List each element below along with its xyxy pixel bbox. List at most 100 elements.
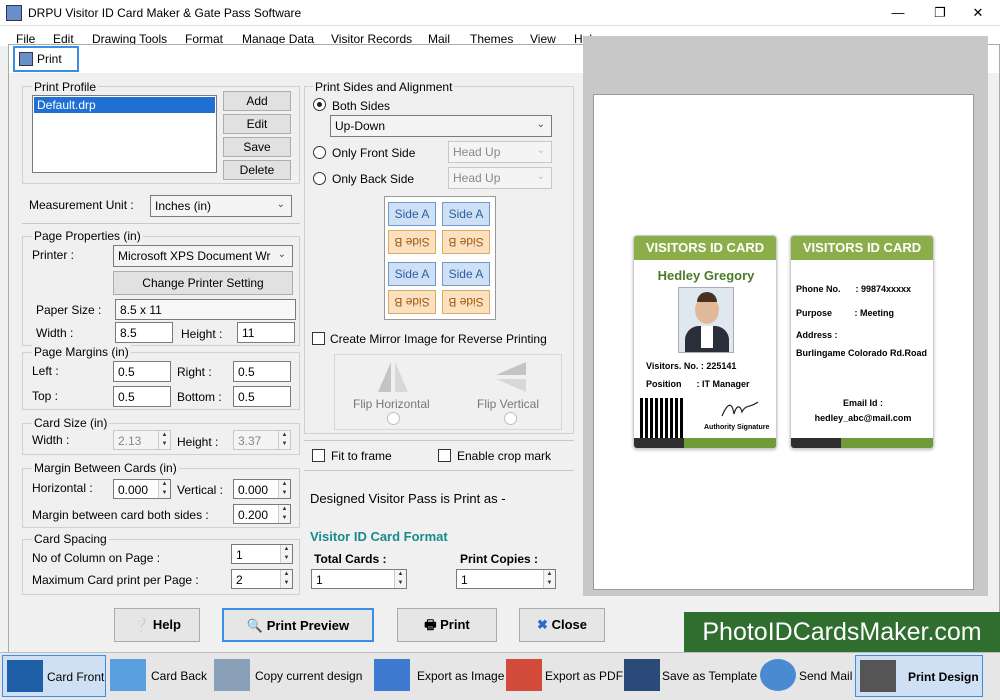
export-image-label: Export as Image (417, 669, 505, 683)
card-width-field: 2.13 ▲ ▼ (113, 430, 171, 450)
mirror-label: Create Mirror Image for Reverse Printing (330, 332, 547, 346)
save-profile-button[interactable]: Save (223, 137, 291, 157)
flip-horizontal-radio (387, 412, 400, 425)
card-back-icon (110, 659, 146, 691)
printer-select[interactable]: Microsoft XPS Document Wr ⌄ (113, 245, 293, 267)
page-height-label: Height : (181, 327, 223, 341)
max-cards-field[interactable]: 2 ▲ ▼ (231, 569, 293, 589)
both-sides-margin-field[interactable]: 0.200 ▲ ▼ (233, 504, 291, 524)
dialog-title-box: Print (13, 46, 79, 72)
spinner-icon[interactable]: ▲ ▼ (280, 570, 292, 588)
side-b-tile: Side B (442, 230, 490, 254)
printer-value: Microsoft XPS Document Wr (118, 249, 271, 263)
flip-vertical-icon (496, 362, 526, 392)
card-front-icon (7, 660, 43, 692)
chevron-down-icon: ⌄ (536, 119, 545, 130)
both-sides-margin-value: 0.200 (238, 508, 269, 522)
spinner-icon[interactable]: ▲ ▼ (394, 570, 406, 588)
back-side-select: Head Up ⌄ (448, 167, 552, 189)
margin-right-field[interactable]: 0.5 (233, 361, 291, 382)
both-sides-radio[interactable] (313, 98, 326, 111)
close-button[interactable]: ✖ Close (519, 608, 605, 642)
measurement-unit-label: Measurement Unit : (29, 198, 134, 212)
measurement-unit-select[interactable]: Inches (in) ⌄ (150, 195, 292, 217)
minimize-icon[interactable]: — (888, 3, 908, 23)
print-button[interactable]: 🖶 Print (397, 608, 497, 642)
spinner-icon[interactable]: ▲ ▼ (278, 480, 290, 498)
add-profile-button[interactable]: Add (223, 91, 291, 111)
margin-bottom-field[interactable]: 0.5 (233, 386, 291, 407)
export-pdf-button[interactable]: Export as PDF (504, 655, 623, 697)
spinner-icon[interactable]: ▲ ▼ (158, 480, 170, 498)
close-icon[interactable]: ✕ (968, 3, 988, 23)
print-design-button[interactable]: Print Design (855, 655, 983, 697)
max-cards-value: 2 (236, 573, 243, 587)
help-button[interactable]: ❔ Help (114, 608, 200, 642)
visitor-position: Position : IT Manager (646, 379, 750, 389)
copy-design-label: Copy current design (255, 669, 363, 683)
divider (22, 223, 300, 224)
print-copies-field[interactable]: 1 ▲ ▼ (456, 569, 556, 589)
front-side-value: Head Up (453, 145, 501, 159)
card-front-button[interactable]: Card Front (2, 655, 106, 697)
chevron-down-icon: ⌄ (536, 171, 545, 182)
vertical-field[interactable]: 0.000 ▲ ▼ (233, 479, 291, 499)
send-mail-button[interactable]: Send Mail (758, 655, 852, 697)
horizontal-label: Horizontal : (32, 481, 93, 495)
spinner-icon: ▲ ▼ (278, 431, 290, 449)
send-mail-label: Send Mail (799, 669, 853, 683)
print-button-label: Print (440, 617, 470, 632)
page-width-field[interactable]: 8.5 (115, 322, 173, 343)
spinner-icon[interactable]: ▲ ▼ (280, 545, 292, 563)
flip-vertical-label: Flip Vertical (477, 397, 540, 411)
save-template-button[interactable]: Save as Template (622, 655, 758, 697)
paper-size-label: Paper Size : (36, 303, 102, 317)
print-copies-label: Print Copies : (460, 552, 539, 566)
purpose: Purpose : Meeting (796, 308, 895, 318)
fit-frame-checkbox[interactable] (312, 449, 325, 462)
margin-top-field[interactable]: 0.5 (113, 386, 171, 407)
change-printer-button[interactable]: Change Printer Setting (113, 271, 293, 295)
delete-profile-button[interactable]: Delete (223, 160, 291, 180)
both-sides-select[interactable]: Up-Down ⌄ (330, 115, 552, 137)
save-template-label: Save as Template (662, 669, 758, 683)
chevron-down-icon: ⌄ (536, 145, 545, 156)
spinner-icon[interactable]: ▲ ▼ (278, 505, 290, 523)
side-b-tile: Side B (388, 230, 436, 254)
crop-mark-checkbox[interactable] (438, 449, 451, 462)
max-cards-label: Maximum Card print per Page : (32, 573, 199, 587)
flip-horizontal-icon (378, 362, 408, 392)
page-height-field[interactable]: 11 (237, 322, 295, 343)
printer-label: Printer : (32, 248, 75, 262)
total-cards-field[interactable]: 1 ▲ ▼ (311, 569, 407, 589)
mirror-checkbox[interactable] (312, 332, 325, 345)
printer-icon: 🖶 (424, 617, 437, 632)
brand-watermark: PhotoIDCardsMaker.com (684, 612, 1000, 652)
print-preview-button[interactable]: 🔍 Print Preview (222, 608, 374, 642)
spinner-icon[interactable]: ▲ ▼ (543, 570, 555, 588)
back-side-radio[interactable] (313, 172, 326, 185)
card-footer-accent (841, 438, 933, 448)
maximize-icon[interactable]: ❐ (930, 3, 950, 23)
profile-list[interactable]: Default.drp (32, 95, 217, 173)
fit-frame-label: Fit to frame (331, 449, 392, 463)
horizontal-field[interactable]: 0.000 ▲ ▼ (113, 479, 171, 499)
print-copies-value: 1 (461, 573, 468, 587)
export-image-button[interactable]: Export as Image (372, 655, 505, 697)
front-side-radio[interactable] (313, 146, 326, 159)
total-cards-label: Total Cards : (314, 552, 387, 566)
back-side-value: Head Up (453, 171, 501, 185)
card-back-button[interactable]: Card Back (108, 655, 212, 697)
close-x-icon: ✖ (537, 617, 548, 632)
edit-profile-button[interactable]: Edit (223, 114, 291, 134)
chevron-down-icon: ⌄ (277, 249, 286, 260)
both-sides-margin-label: Margin between card both sides : (32, 508, 209, 522)
email-label: Email Id : (842, 398, 883, 408)
app-title: DRPU Visitor ID Card Maker & Gate Pass S… (28, 6, 302, 20)
columns-field[interactable]: 1 ▲ ▼ (231, 544, 293, 564)
horizontal-value: 0.000 (118, 483, 149, 497)
profile-item-default[interactable]: Default.drp (34, 97, 215, 113)
card-height-field: 3.37 ▲ ▼ (233, 430, 291, 450)
margin-left-field[interactable]: 0.5 (113, 361, 171, 382)
copy-design-button[interactable]: Copy current design (212, 655, 366, 697)
